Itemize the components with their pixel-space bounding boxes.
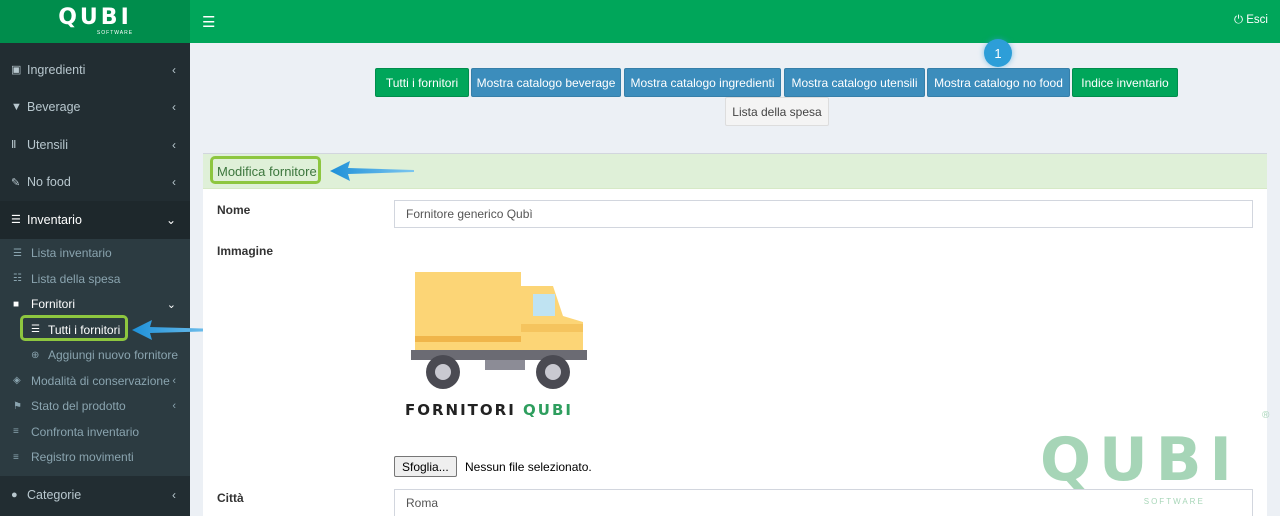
panel-header: Modifica fornitore	[203, 154, 1267, 189]
chevron-left-icon: ‹	[172, 137, 176, 152]
list-ol-icon: ☷	[13, 273, 22, 285]
supplier-image: FORNITORI QUBI	[393, 264, 623, 424]
sidebar-item-modalita-conservazione[interactable]: ◈ Modalità di conservazione ‹	[0, 368, 190, 394]
chevron-down-icon: ⌄	[166, 298, 176, 311]
image-caption: FORNITORI QUBI	[405, 401, 573, 419]
chevron-left-icon: ‹	[172, 100, 176, 115]
browse-file-button[interactable]: Sfoglia...	[394, 456, 457, 477]
sidebar-item-label: Inventario	[27, 212, 82, 227]
catalogo-no-food-button[interactable]: Mostra catalogo no food	[927, 68, 1070, 97]
sidebar-item-label: Lista della spesa	[31, 271, 121, 286]
sidebar-item-fornitori[interactable]: ■ Fornitori ⌄	[0, 292, 190, 318]
flag-icon: ⚑	[13, 400, 22, 412]
sidebar: QUBI SOFTWARE ▣ Ingredienti ‹ ▼ Beverage…	[0, 0, 190, 516]
image-caption-brand: QUBI	[523, 401, 573, 419]
chevron-down-icon: ⌄	[165, 212, 176, 227]
city-label: Città	[217, 491, 244, 505]
catalogo-beverage-button[interactable]: Mostra catalogo beverage	[471, 68, 621, 97]
sidebar-item-beverage[interactable]: ▼ Beverage ‹	[0, 89, 190, 127]
chevron-left-icon: ‹	[172, 175, 176, 190]
chevron-left-icon: ‹	[172, 374, 176, 387]
chevron-left-icon: ‹	[172, 487, 176, 502]
sidebar-item-categorie[interactable]: ● Categorie ‹	[0, 476, 190, 514]
indice-inventario-button[interactable]: Indice inventario	[1072, 68, 1178, 97]
annotation-arrow-icon	[330, 161, 414, 181]
chevron-left-icon: ‹	[172, 400, 176, 413]
sidebar-item-aggiungi-nuovo-fornitore[interactable]: ⊕ Aggiungi nuovo fornitore	[0, 343, 190, 369]
watermark-subtitle: SOFTWARE	[1143, 497, 1205, 506]
topbar: ☰ ⏻ Esci	[190, 0, 1280, 43]
sidebar-item-utensili[interactable]: Ⅱ Utensili ‹	[0, 126, 190, 164]
step-badge: 1	[984, 39, 1012, 67]
info-circle-icon: ●	[11, 488, 18, 501]
file-status: Nessun file selezionato.	[465, 460, 592, 474]
wrench-icon: ✎	[11, 176, 21, 189]
sidebar-item-label: Beverage	[27, 100, 81, 115]
plus-circle-icon: ⊕	[31, 349, 40, 361]
logout-button[interactable]: ⏻ Esci	[1234, 14, 1268, 27]
sidebar-item-no-food[interactable]: ✎ No food ‹	[0, 164, 190, 202]
sidebar-item-label: Confronta inventario	[31, 424, 140, 439]
cutlery-icon: Ⅱ	[11, 139, 17, 152]
watermark-text: QUBI	[1040, 425, 1240, 495]
sidebar-item-lista-inventario[interactable]: ☰ Lista inventario	[0, 241, 190, 267]
sidebar-menu: ▣ Ingredienti ‹ ▼ Beverage ‹ Ⅱ Utensili …	[0, 51, 190, 514]
sidebar-item-label: Modalità di conservazione	[31, 373, 170, 388]
sitemap-icon: ▣	[11, 64, 22, 77]
sidebar-item-label: No food	[27, 175, 71, 190]
image-caption-text: FORNITORI	[405, 401, 516, 419]
chevron-left-icon: ‹	[172, 62, 176, 77]
catalogo-utensili-button[interactable]: Mostra catalogo utensili	[784, 68, 925, 97]
sidebar-item-inventario[interactable]: ☰ Inventario ⌄	[0, 201, 190, 239]
sidebar-item-ingredienti[interactable]: ▣ Ingredienti ‹	[0, 51, 190, 89]
sidebar-item-label: Utensili	[27, 137, 68, 152]
watermark-registered: ®	[1262, 410, 1270, 421]
hamburger-menu-icon[interactable]: ☰	[202, 13, 215, 31]
logout-label: Esci	[1246, 14, 1268, 26]
image-label: Immagine	[217, 244, 274, 258]
sidebar-highlight-box	[20, 315, 128, 341]
sidebar-item-registro-movimenti[interactable]: ≡ Registro movimenti	[0, 445, 190, 471]
sidebar-item-label: Fornitori	[31, 297, 76, 312]
sidebar-item-lista-della-spesa[interactable]: ☷ Lista della spesa	[0, 266, 190, 292]
sidebar-item-label: Stato del prodotto	[31, 399, 126, 414]
list-icon: ☰	[11, 214, 21, 227]
logo-text: QUBI	[58, 5, 132, 30]
name-label: Nome	[217, 203, 251, 217]
bars-icon: ≡	[13, 426, 19, 438]
qubi-watermark: QUBI SOFTWARE	[1040, 405, 1240, 506]
cube-icon: ◈	[13, 375, 21, 387]
panel-title: Modifica fornitore	[217, 164, 317, 179]
inventario-submenu: ☰ Lista inventario ☷ Lista della spesa ■…	[0, 238, 190, 476]
sidebar-item-label: Registro movimenti	[31, 450, 134, 465]
sidebar-item-stato-prodotto[interactable]: ⚑ Stato del prodotto ‹	[0, 394, 190, 420]
list-icon: ☰	[13, 247, 22, 259]
sidebar-item-label: Ingredienti	[27, 62, 86, 77]
cocktail-icon: ▼	[11, 101, 22, 114]
bars-icon: ≡	[13, 451, 19, 463]
catalogo-ingredienti-button[interactable]: Mostra catalogo ingredienti	[624, 68, 781, 97]
tutti-fornitori-button[interactable]: Tutti i fornitori	[375, 68, 469, 97]
name-field[interactable]: Fornitore generico Qubì	[394, 200, 1253, 228]
sidebar-item-label: Categorie	[27, 487, 82, 502]
truck-icon	[411, 272, 587, 389]
sidebar-item-label: Lista inventario	[31, 246, 112, 261]
logo-subtitle: SOFTWARE	[96, 30, 134, 36]
sidebar-item-label: Aggiungi nuovo fornitore	[48, 348, 179, 363]
truck-icon: ■	[13, 298, 20, 310]
logo[interactable]: QUBI SOFTWARE	[0, 0, 190, 43]
lista-della-spesa-button[interactable]: Lista della spesa	[725, 97, 829, 126]
sidebar-item-confronta-inventario[interactable]: ≡ Confronta inventario	[0, 419, 190, 445]
